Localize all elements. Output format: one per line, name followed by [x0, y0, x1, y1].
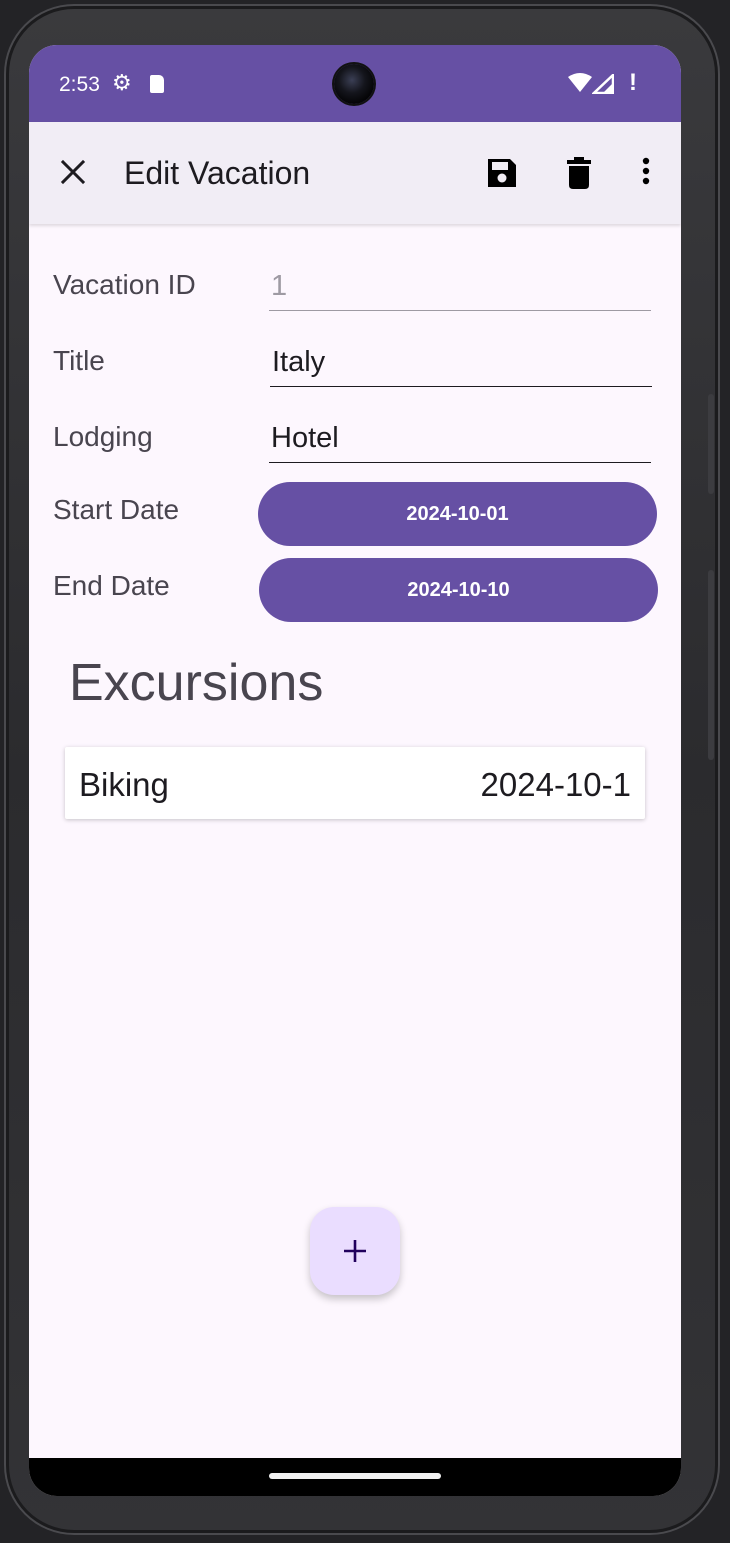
start-date-label: Start Date — [53, 494, 180, 525]
end-date-button[interactable]: 2024-10-10 — [259, 558, 658, 622]
status-bar: 2:53 ⚙ ! — [29, 45, 681, 122]
home-gesture-handle[interactable] — [269, 1473, 441, 1479]
excursions-heading: Excursions — [69, 654, 324, 712]
volume-button — [708, 570, 714, 760]
lodging-field[interactable] — [269, 419, 651, 463]
signal-icon — [592, 74, 614, 94]
title-field[interactable] — [270, 343, 652, 387]
more-vert-icon[interactable] — [633, 156, 659, 190]
vacation-id-label: Vacation ID — [53, 269, 196, 300]
settings-gear-icon: ⚙ — [112, 70, 132, 95]
start-date-button[interactable]: 2024-10-01 — [258, 482, 657, 546]
power-button — [708, 394, 714, 494]
navigation-bar — [29, 1458, 681, 1496]
excursion-date: 2024-10-1 — [480, 766, 631, 803]
excursion-list-item[interactable]: Biking 2024-10-1 — [65, 747, 645, 819]
lodging-label: Lodging — [53, 421, 153, 452]
save-icon[interactable] — [485, 156, 519, 190]
title-label: Title — [53, 345, 105, 376]
status-time: 2:53 — [59, 73, 100, 96]
end-date-label: End Date — [53, 570, 170, 601]
delete-icon[interactable] — [564, 156, 594, 190]
add-excursion-button[interactable] — [310, 1207, 400, 1295]
close-icon[interactable] — [59, 158, 87, 186]
excursion-title: Biking — [79, 766, 169, 803]
vacation-id-field — [269, 267, 651, 311]
app-bar: Edit Vacation — [29, 122, 681, 224]
alert-icon: ! — [629, 69, 637, 96]
add-icon — [344, 1240, 366, 1262]
sd-card-icon — [150, 75, 164, 93]
wifi-icon — [568, 73, 592, 92]
screen: 2:53 ⚙ ! Edit Vacation Vacation ID 1 Tit… — [29, 45, 681, 1496]
front-camera — [334, 64, 374, 104]
page-title: Edit Vacation — [124, 155, 311, 191]
